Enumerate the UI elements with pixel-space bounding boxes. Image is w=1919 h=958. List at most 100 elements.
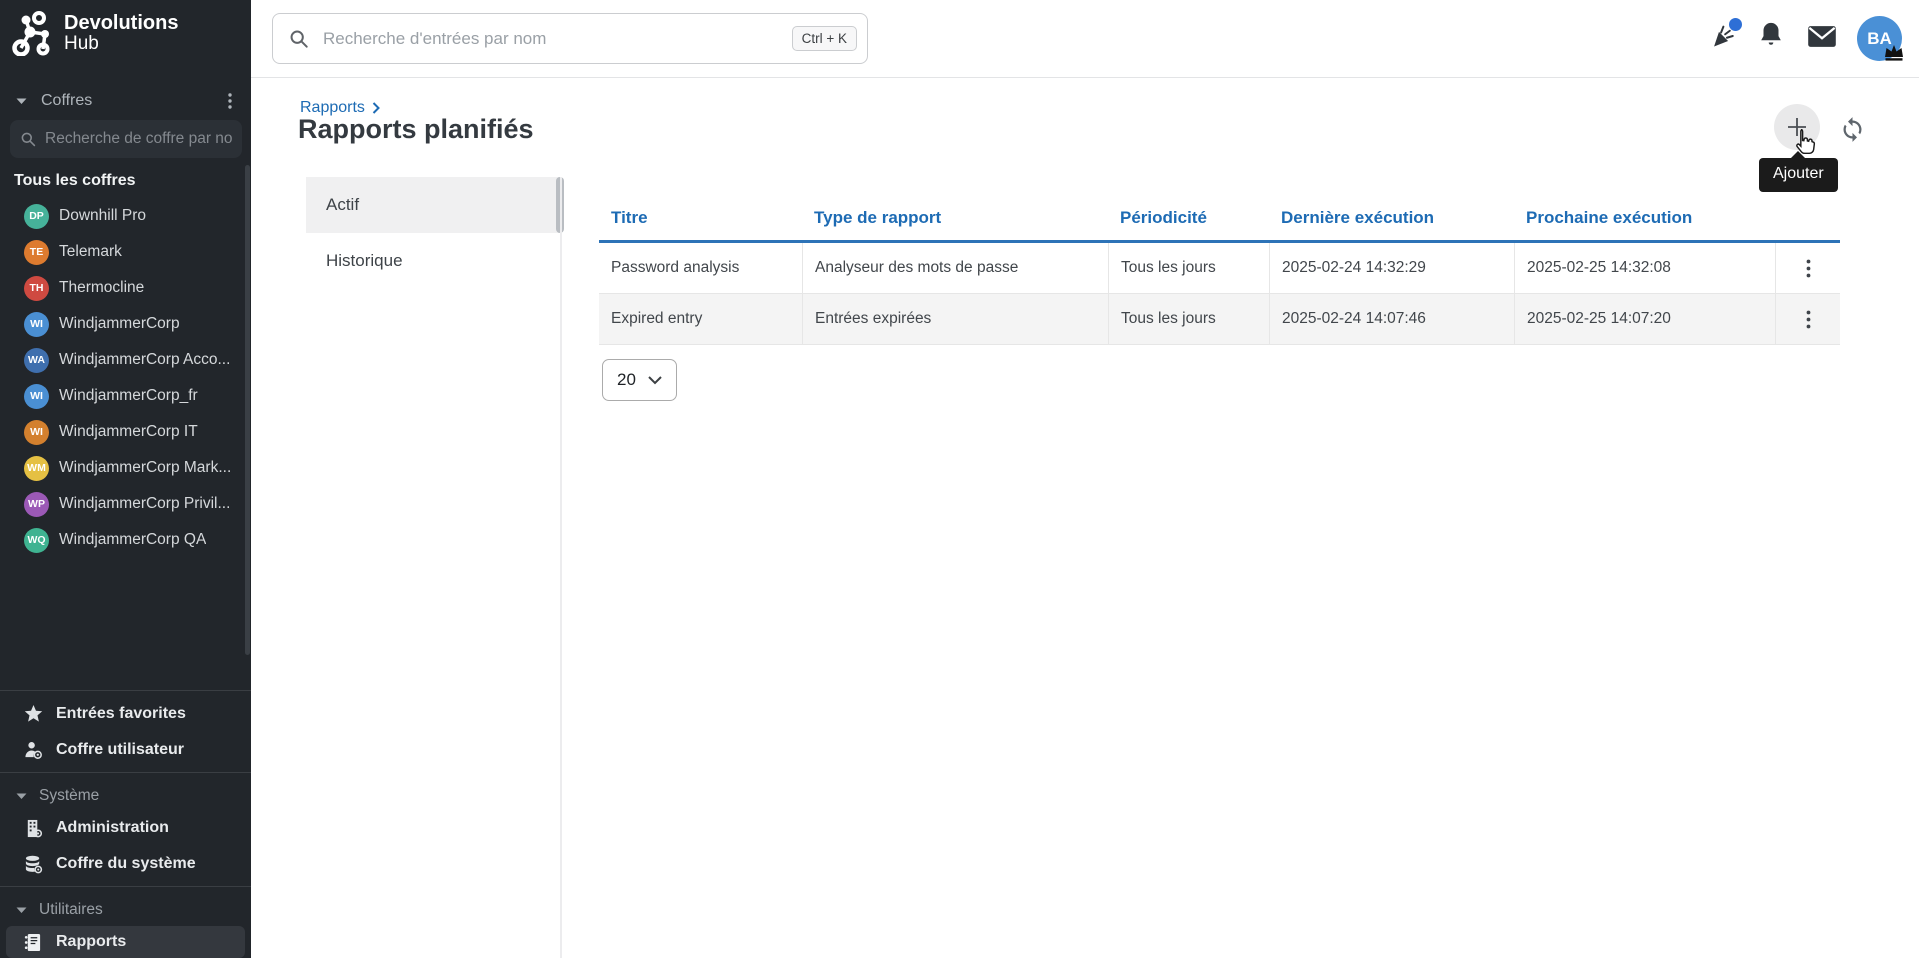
sidebar-item-label: Coffre utilisateur	[56, 741, 184, 759]
announcements-badge	[1729, 18, 1742, 31]
vault-avatar: WI	[24, 312, 49, 337]
column-header-derniere-execution[interactable]: Dernière exécution	[1269, 200, 1514, 240]
column-header-periodicite[interactable]: Périodicité	[1108, 200, 1269, 240]
messages-mail-icon[interactable]	[1807, 25, 1837, 48]
column-header-actions	[1775, 200, 1840, 240]
vault-avatar: WI	[24, 420, 49, 445]
vault-item[interactable]: WI WindjammerCorp IT	[0, 414, 251, 450]
administration-icon	[22, 819, 44, 838]
vault-item[interactable]: TE Telemark	[0, 234, 251, 270]
vault-name: WindjammerCorp Privil...	[59, 495, 230, 513]
scheduled-reports-table: Titre Type de rapport Périodicité Derniè…	[599, 200, 1840, 345]
report-subnav: Actif Historique	[306, 177, 559, 289]
chevron-down-icon	[16, 907, 27, 914]
vault-search-input[interactable]	[45, 130, 232, 148]
tab-actif[interactable]: Actif	[306, 177, 559, 233]
all-vaults-label[interactable]: Tous les coffres	[14, 172, 136, 190]
vault-avatar: DP	[24, 204, 49, 229]
devolutions-hub-logo[interactable]: Devolutions Hub	[12, 10, 178, 56]
vault-list: DPDownhill Pro TETelemark THThermocline …	[0, 198, 251, 558]
tooltip-label: Ajouter	[1773, 165, 1824, 182]
row-kebab-menu-icon[interactable]	[1806, 259, 1811, 278]
section-label: Utilitaires	[39, 901, 103, 919]
sidebar-item-label: Entrées favorites	[56, 705, 186, 723]
user-vault-icon	[22, 741, 44, 760]
page-size-value: 20	[617, 370, 636, 390]
vault-item[interactable]: WI WindjammerCorp_fr	[0, 378, 251, 414]
tab-historique[interactable]: Historique	[306, 233, 559, 289]
add-tooltip: Ajouter	[1759, 158, 1838, 192]
sidebar-item-user-vault[interactable]: Coffre utilisateur	[0, 732, 251, 768]
vault-item[interactable]: WAWindjammerCorp Acco...	[0, 342, 251, 378]
vault-name: WindjammerCorp	[59, 315, 180, 333]
logo-line1: Devolutions	[64, 13, 178, 34]
row-kebab-menu-icon[interactable]	[1806, 310, 1811, 329]
cell-periodicite: Tous les jours	[1108, 243, 1269, 293]
vault-item[interactable]: WM WindjammerCorp Mark...	[0, 450, 251, 486]
vault-search	[10, 120, 242, 158]
chevron-down-icon	[648, 376, 662, 385]
table-row[interactable]: Expired entry Entrées expirées Tous les …	[599, 294, 1840, 345]
column-header-prochaine-execution[interactable]: Prochaine exécution	[1514, 200, 1775, 240]
vault-avatar: WI	[24, 384, 49, 409]
vault-name: WindjammerCorp Mark...	[59, 459, 231, 477]
vault-name: WindjammerCorp_fr	[59, 387, 198, 405]
sidebar: Devolutions Hub Coffres Tous les coffres…	[0, 0, 251, 958]
refresh-button[interactable]	[1839, 116, 1866, 143]
notifications-bell-icon[interactable]	[1757, 20, 1785, 50]
mouse-cursor-pointer	[1791, 128, 1818, 158]
sidebar-item-administration[interactable]: Administration	[0, 810, 251, 846]
logo-line2: Hub	[64, 34, 178, 54]
search-icon	[20, 131, 36, 147]
vault-name: Downhill Pro	[59, 207, 146, 225]
star-icon	[22, 705, 44, 723]
vaults-menu-kebab-icon[interactable]	[219, 90, 241, 112]
section-label: Système	[39, 787, 99, 805]
vaults-section-header[interactable]: Coffres	[16, 88, 241, 114]
divider	[0, 772, 251, 773]
vault-name: WindjammerCorp IT	[59, 423, 198, 441]
chevron-down-icon	[16, 793, 27, 800]
chevron-down-icon	[16, 98, 27, 105]
vault-name: Telemark	[59, 243, 122, 261]
report-book-icon	[22, 933, 44, 952]
cell-type: Entrées expirées	[802, 294, 1108, 344]
database-icon	[22, 855, 44, 874]
sidebar-item-label: Coffre du système	[56, 855, 196, 873]
vault-avatar: TE	[24, 240, 49, 265]
cell-prochaine: 2025-02-25 14:32:08	[1514, 243, 1775, 293]
cell-titre: Password analysis	[599, 243, 802, 293]
vault-avatar: WM	[24, 456, 49, 481]
vaults-section-label: Coffres	[41, 92, 219, 110]
vault-item[interactable]: DP Downhill Pro	[0, 198, 251, 234]
sidebar-item-system-vault[interactable]: Coffre du système	[0, 846, 251, 882]
sidebar-section-utilities[interactable]: Utilitaires	[16, 896, 103, 924]
vault-name: Thermocline	[59, 279, 144, 297]
divider	[0, 690, 251, 691]
topbar: Ctrl + K BA	[251, 0, 1919, 78]
entry-search-input[interactable]	[323, 29, 778, 49]
vault-item[interactable]: WP WindjammerCorp Privil...	[0, 486, 251, 522]
table-header: Titre Type de rapport Périodicité Derniè…	[599, 200, 1840, 243]
logo-text: Devolutions Hub	[64, 13, 178, 54]
sidebar-item-favorites[interactable]: Entrées favorites	[0, 696, 251, 732]
page-size-select[interactable]: 20	[602, 359, 677, 401]
table-row[interactable]: Password analysis Analyseur des mots de …	[599, 243, 1840, 294]
sidebar-item-label: Administration	[56, 819, 169, 837]
sidebar-scrollbar[interactable]	[245, 165, 250, 655]
column-header-titre[interactable]: Titre	[599, 200, 802, 240]
column-header-type[interactable]: Type de rapport	[802, 200, 1108, 240]
vault-avatar: WP	[24, 492, 49, 517]
cell-type: Analyseur des mots de passe	[802, 243, 1108, 293]
sidebar-item-reports[interactable]: Rapports	[6, 926, 245, 958]
sidebar-section-system[interactable]: Système	[16, 782, 99, 810]
vault-avatar: WA	[24, 348, 49, 373]
vault-item[interactable]: THThermocline	[0, 270, 251, 306]
chevron-right-icon	[372, 102, 380, 114]
admin-crown-icon	[1884, 44, 1904, 61]
vault-name: WindjammerCorp QA	[59, 531, 206, 549]
vault-item[interactable]: WQWindjammerCorp QA	[0, 522, 251, 558]
vault-item[interactable]: WI WindjammerCorp	[0, 306, 251, 342]
page-title: Rapports planifiés	[298, 114, 534, 145]
main-content: Rapports Rapports planifiés Ajouter Acti…	[251, 78, 1919, 958]
